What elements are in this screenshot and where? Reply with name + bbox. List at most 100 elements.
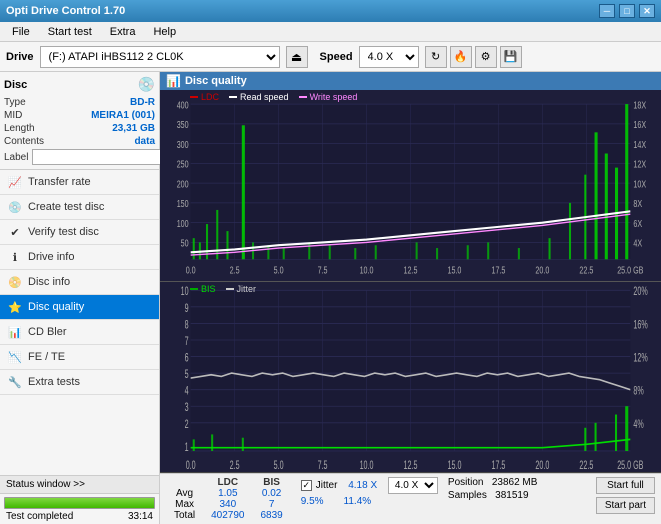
nav-disc-info[interactable]: 📀 Disc info xyxy=(0,270,159,295)
status-row: Test completed 33:14 xyxy=(4,511,155,522)
svg-text:3: 3 xyxy=(185,401,189,414)
save-button[interactable]: 💾 xyxy=(500,46,522,68)
svg-text:250: 250 xyxy=(177,158,189,169)
chart-top-svg: 400 350 300 250 200 150 100 50 18X 16X 1… xyxy=(160,90,661,281)
status-window-button[interactable]: Status window >> xyxy=(0,476,159,494)
chart-bottom: BIS Jitter xyxy=(160,282,661,474)
nav-fe-te[interactable]: 📉 FE / TE xyxy=(0,345,159,370)
menu-start-test[interactable]: Start test xyxy=(40,24,100,40)
menu-bar: File Start test Extra Help xyxy=(0,22,661,42)
menu-extra[interactable]: Extra xyxy=(102,24,144,40)
svg-text:14X: 14X xyxy=(633,139,646,150)
svg-text:4: 4 xyxy=(185,385,189,398)
avg-ldc: 1.05 xyxy=(203,488,252,499)
svg-text:150: 150 xyxy=(177,198,189,209)
svg-text:6: 6 xyxy=(185,351,189,364)
legend-bis: BIS xyxy=(190,284,216,294)
jitter-checkbox[interactable]: ✓ xyxy=(301,480,312,491)
start-full-button[interactable]: Start full xyxy=(596,477,655,494)
svg-text:2.5: 2.5 xyxy=(230,264,240,275)
menu-help[interactable]: Help xyxy=(145,24,184,40)
svg-text:10X: 10X xyxy=(633,178,646,189)
stats-col-ldc: LDC xyxy=(203,477,252,488)
speed-dropdown[interactable]: 4.0 X xyxy=(388,477,438,494)
create-test-disc-icon: 💿 xyxy=(8,200,22,214)
speed-live-value: 4.18 X xyxy=(348,480,377,491)
jitter-section: ✓ Jitter 4.18 X 4.0 X xyxy=(301,477,438,494)
disc-quality-icon: ⭐ xyxy=(8,300,22,314)
refresh-button[interactable]: ↻ xyxy=(425,46,447,68)
minimize-button[interactable]: ─ xyxy=(599,4,615,18)
cd-bler-icon: 📊 xyxy=(8,325,22,339)
svg-text:12X: 12X xyxy=(633,158,646,169)
write-speed-legend-dot xyxy=(299,96,307,98)
legend-ldc: LDC xyxy=(190,92,219,102)
nav-extra-tests-label: Extra tests xyxy=(28,376,80,388)
start-part-button[interactable]: Start part xyxy=(596,497,655,514)
status-time: 33:14 xyxy=(128,511,153,522)
disc-label-label: Label xyxy=(4,152,28,163)
nav-disc-quality[interactable]: ⭐ Disc quality xyxy=(0,295,159,320)
position-row: Position 23862 MB xyxy=(448,477,538,488)
length-label: Length xyxy=(4,123,35,134)
disc-label-row: Label ✎ xyxy=(4,149,155,165)
menu-file[interactable]: File xyxy=(4,24,38,40)
ldc-legend-label: LDC xyxy=(201,92,219,102)
svg-text:22.5: 22.5 xyxy=(579,264,593,275)
svg-text:8%: 8% xyxy=(633,385,644,398)
svg-text:1: 1 xyxy=(185,441,189,454)
disc-length-row: Length 23,31 GB xyxy=(4,123,155,134)
charts-area: LDC Read speed Write speed xyxy=(160,90,661,473)
svg-text:20.0: 20.0 xyxy=(535,459,549,472)
svg-text:2: 2 xyxy=(185,418,189,431)
disc-contents-row: Contents data xyxy=(4,136,155,147)
stats-header-empty xyxy=(166,477,203,488)
avg-bis: 0.02 xyxy=(253,488,291,499)
disc-section: Disc 💿 Type BD-R MID MEIRA1 (001) Length… xyxy=(0,72,159,170)
progress-bar-bg xyxy=(4,497,155,509)
eject-button[interactable]: ⏏ xyxy=(286,46,308,68)
svg-text:9: 9 xyxy=(185,302,189,315)
burn-button[interactable]: 🔥 xyxy=(450,46,472,68)
drive-info-icon: ℹ xyxy=(8,250,22,264)
disc-label-input[interactable] xyxy=(32,149,170,165)
nav-disc-quality-label: Disc quality xyxy=(28,301,84,313)
contents-label: Contents xyxy=(4,136,44,147)
maximize-button[interactable]: □ xyxy=(619,4,635,18)
svg-text:400: 400 xyxy=(177,99,189,110)
svg-text:17.5: 17.5 xyxy=(491,459,505,472)
samples-label: Samples xyxy=(448,490,487,501)
chart-header-icon: 📊 xyxy=(166,74,181,88)
stats-total-row: Total 402790 6839 xyxy=(166,510,291,521)
nav-drive-info[interactable]: ℹ Drive info xyxy=(0,245,159,270)
disc-section-title: Disc xyxy=(4,79,27,91)
svg-text:300: 300 xyxy=(177,139,189,150)
nav-extra-tests[interactable]: 🔧 Extra tests xyxy=(0,370,159,395)
settings-button[interactable]: ⚙ xyxy=(475,46,497,68)
speed-select[interactable]: 4.0 X xyxy=(359,46,419,68)
title-bar-controls: ─ □ ✕ xyxy=(599,4,655,18)
svg-text:16%: 16% xyxy=(633,318,648,331)
progress-bar-fill xyxy=(5,498,154,508)
status-window-label: Status window >> xyxy=(6,479,85,490)
app-title: Opti Drive Control 1.70 xyxy=(6,5,125,17)
stats-table: LDC BIS Avg 1.05 0.02 Max 340 xyxy=(166,477,291,521)
total-label: Total xyxy=(166,510,203,521)
svg-text:4%: 4% xyxy=(633,418,644,431)
nav-transfer-rate[interactable]: 📈 Transfer rate xyxy=(0,170,159,195)
start-buttons: Start full Start part xyxy=(596,477,655,514)
samples-value: 381519 xyxy=(495,490,528,501)
svg-text:350: 350 xyxy=(177,119,189,130)
nav-create-test-disc[interactable]: 💿 Create test disc xyxy=(0,195,159,220)
nav-verify-test-disc[interactable]: ✔ Verify test disc xyxy=(0,220,159,245)
avg-jitter: 9.5% xyxy=(301,496,324,507)
fe-te-icon: 📉 xyxy=(8,350,22,364)
close-button[interactable]: ✕ xyxy=(639,4,655,18)
chart-bottom-legend: BIS Jitter xyxy=(190,284,256,294)
svg-text:8X: 8X xyxy=(633,198,642,209)
svg-text:4X: 4X xyxy=(633,237,642,248)
drive-select[interactable]: (F:) ATAPI iHBS112 2 CL0K xyxy=(40,46,280,68)
svg-text:50: 50 xyxy=(181,237,189,248)
nav-cd-bler[interactable]: 📊 CD Bler xyxy=(0,320,159,345)
svg-text:5.0: 5.0 xyxy=(274,264,284,275)
